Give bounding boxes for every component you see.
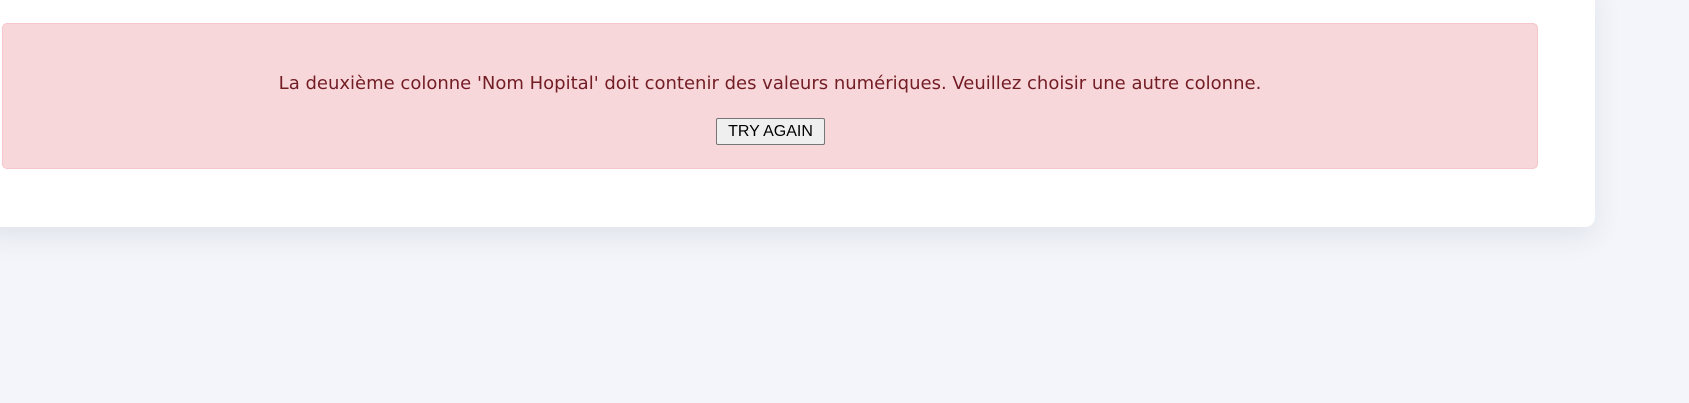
content-card: La deuxième colonne 'Nom Hopital' doit c…: [0, 0, 1595, 227]
error-message: La deuxième colonne 'Nom Hopital' doit c…: [278, 73, 1262, 94]
error-alert: La deuxième colonne 'Nom Hopital' doit c…: [2, 23, 1538, 169]
try-again-button[interactable]: TRY AGAIN: [716, 118, 825, 145]
